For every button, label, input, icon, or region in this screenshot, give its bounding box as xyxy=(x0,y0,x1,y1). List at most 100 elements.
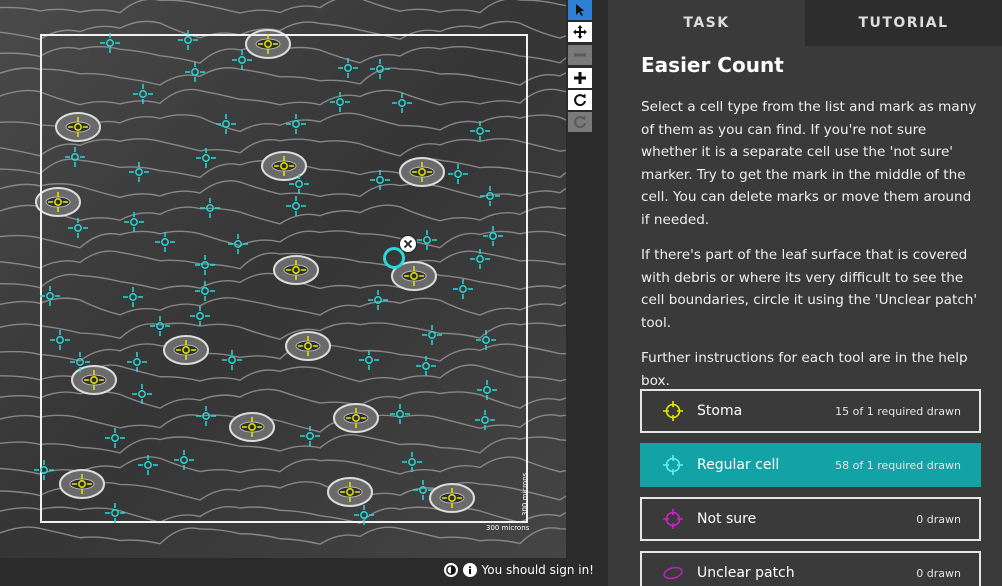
stoma-marker[interactable] xyxy=(441,487,463,509)
instructions-paragraph: If there's part of the leaf surface that… xyxy=(641,247,978,331)
answer-regular-cell[interactable]: Regular cell 58 of 1 required drawn xyxy=(640,443,981,487)
regular-cell-marker[interactable] xyxy=(67,217,89,239)
subject-footer: You should sign in! xyxy=(0,558,594,586)
regular-cell-marker[interactable] xyxy=(367,289,389,311)
stoma-marker[interactable] xyxy=(241,416,263,438)
regular-cell-marker[interactable] xyxy=(221,349,243,371)
regular-cell-marker[interactable] xyxy=(452,278,474,300)
instructions-paragraph: Select a cell type from the list and mar… xyxy=(641,99,977,228)
signin-prompt[interactable]: You should sign in! xyxy=(482,563,594,577)
regular-cell-marker[interactable] xyxy=(476,379,498,401)
regular-cell-marker[interactable] xyxy=(416,229,438,251)
zoom-out-icon[interactable] xyxy=(568,45,592,65)
regular-cell-marker[interactable] xyxy=(353,504,375,526)
regular-cell-marker[interactable] xyxy=(329,91,351,113)
task-tabs: TASK TUTORIAL xyxy=(608,0,1002,46)
subject-image-viewer[interactable]: 300 microns 300 microns xyxy=(0,0,566,558)
tab-tutorial[interactable]: TUTORIAL xyxy=(805,0,1002,46)
stoma-marker[interactable] xyxy=(71,473,93,495)
task-title: Easier Count xyxy=(641,53,784,77)
regular-cell-marker[interactable] xyxy=(358,349,380,371)
regular-cell-marker[interactable] xyxy=(288,173,310,195)
regular-cell-marker[interactable] xyxy=(199,197,221,219)
regular-cell-marker[interactable] xyxy=(421,324,443,346)
regular-cell-marker[interactable] xyxy=(173,449,195,471)
regular-cell-marker[interactable] xyxy=(227,233,249,255)
regular-cell-marker[interactable] xyxy=(231,49,253,71)
regular-cell-marker[interactable] xyxy=(149,315,171,337)
regular-cell-marker[interactable] xyxy=(104,427,126,449)
regular-cell-marker[interactable] xyxy=(39,285,61,307)
invert-icon[interactable] xyxy=(443,563,458,577)
stoma-marker[interactable] xyxy=(339,481,361,503)
regular-cell-marker[interactable] xyxy=(369,58,391,80)
regular-cell-marker[interactable] xyxy=(215,113,237,135)
answer-unclear-patch[interactable]: Unclear patch 0 drawn xyxy=(640,551,981,586)
regular-cell-marker[interactable] xyxy=(123,211,145,233)
regular-cell-marker[interactable] xyxy=(177,29,199,51)
tool-answers: Stoma 15 of 1 required drawn Regular cel… xyxy=(640,389,981,586)
answer-count: 0 drawn xyxy=(916,512,961,526)
regular-cell-marker[interactable] xyxy=(154,231,176,253)
regular-cell-marker[interactable] xyxy=(285,195,307,217)
regular-cell-marker[interactable] xyxy=(137,454,159,476)
stoma-marker[interactable] xyxy=(257,33,279,55)
regular-cell-marker[interactable] xyxy=(479,185,501,207)
regular-cell-marker[interactable] xyxy=(389,403,411,425)
regular-cell-marker[interactable] xyxy=(184,61,206,83)
regular-cell-marker[interactable] xyxy=(475,329,497,351)
regular-cell-marker[interactable] xyxy=(337,57,359,79)
tab-task[interactable]: TASK xyxy=(608,0,805,46)
regular-cell-marker[interactable] xyxy=(189,305,211,327)
regular-cell-marker[interactable] xyxy=(285,113,307,135)
stoma-marker[interactable] xyxy=(67,116,89,138)
regular-cell-marker[interactable] xyxy=(482,225,504,247)
regular-cell-marker[interactable] xyxy=(447,163,469,185)
regular-cell-marker[interactable] xyxy=(69,351,91,373)
regular-cell-marker[interactable] xyxy=(299,425,321,447)
regular-cell-marker[interactable] xyxy=(412,479,434,501)
regular-cell-marker[interactable] xyxy=(64,146,86,168)
regular-cell-marker[interactable] xyxy=(195,147,217,169)
regular-cell-marker[interactable] xyxy=(122,286,144,308)
regular-cell-marker[interactable] xyxy=(469,248,491,270)
regular-cell-marker[interactable] xyxy=(401,451,423,473)
regular-cell-marker[interactable] xyxy=(474,409,496,431)
answer-label: Unclear patch xyxy=(697,565,795,581)
stoma-marker[interactable] xyxy=(403,265,425,287)
stoma-marker[interactable] xyxy=(285,259,307,281)
answer-not-sure[interactable]: Not sure 0 drawn xyxy=(640,497,981,541)
regular-cell-marker[interactable] xyxy=(194,254,216,276)
zoom-in-icon[interactable] xyxy=(568,68,592,88)
pointer-icon[interactable] xyxy=(568,0,592,20)
crosshair-icon xyxy=(662,454,684,476)
regular-cell-marker[interactable] xyxy=(391,92,413,114)
rotate-icon[interactable] xyxy=(568,90,592,110)
regular-cell-marker[interactable] xyxy=(131,383,153,405)
regular-cell-marker[interactable] xyxy=(132,83,154,105)
regular-cell-marker[interactable] xyxy=(104,502,126,524)
regular-cell-marker[interactable] xyxy=(99,32,121,54)
regular-cell-marker[interactable] xyxy=(128,161,150,183)
answer-label: Regular cell xyxy=(697,457,780,473)
stoma-marker[interactable] xyxy=(345,407,367,429)
stoma-marker[interactable] xyxy=(297,335,319,357)
stoma-marker[interactable] xyxy=(411,161,433,183)
regular-cell-marker[interactable] xyxy=(469,120,491,142)
regular-cell-marker[interactable] xyxy=(33,459,55,481)
reset-icon[interactable] xyxy=(568,112,592,132)
regular-cell-marker[interactable] xyxy=(415,355,437,377)
regular-cell-marker[interactable] xyxy=(195,405,217,427)
answer-stoma[interactable]: Stoma 15 of 1 required drawn xyxy=(640,389,981,433)
move-icon[interactable] xyxy=(568,22,592,42)
regular-cell-marker[interactable] xyxy=(126,351,148,373)
regular-cell-marker[interactable] xyxy=(369,169,391,191)
info-icon[interactable] xyxy=(462,563,477,577)
answer-count: 58 of 1 required drawn xyxy=(835,458,961,472)
stoma-marker[interactable] xyxy=(47,191,69,213)
stoma-marker[interactable] xyxy=(175,339,197,361)
regular-cell-marker[interactable] xyxy=(194,280,216,302)
delete-marker-icon[interactable] xyxy=(399,235,417,253)
regular-cell-marker[interactable] xyxy=(49,329,71,351)
image-toolbar xyxy=(566,0,594,586)
